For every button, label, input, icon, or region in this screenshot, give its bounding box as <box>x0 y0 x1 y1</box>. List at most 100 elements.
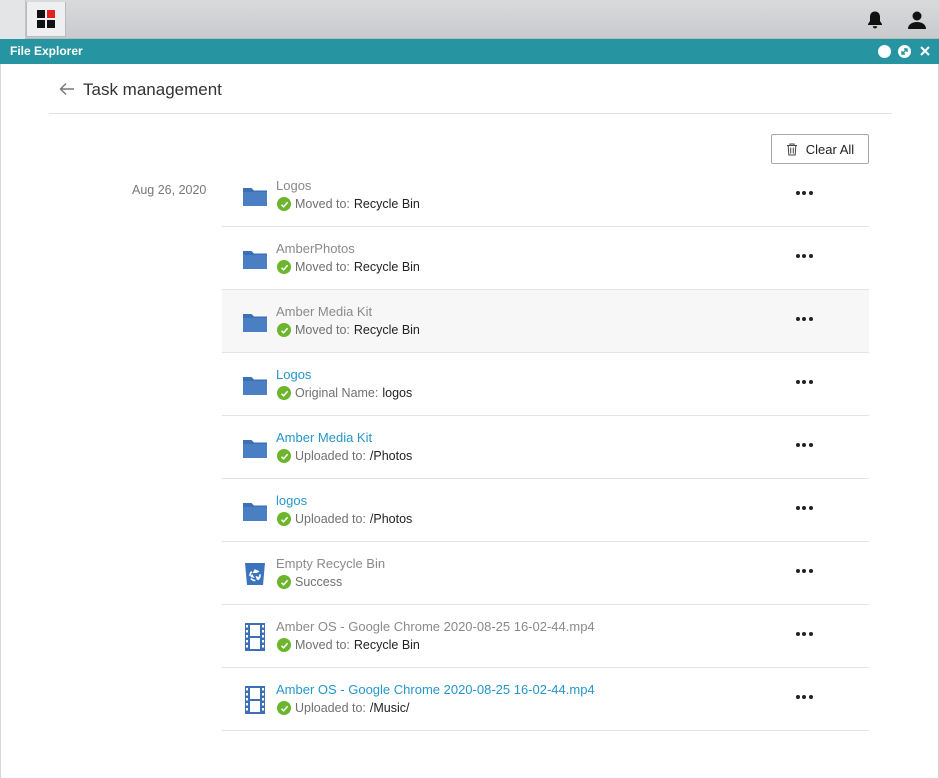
page-title: Task management <box>83 80 222 99</box>
maximize-icon <box>901 48 908 55</box>
top-bar-left-strip <box>0 0 26 39</box>
task-row[interactable]: Logos Moved to: Recycle Bin <box>222 164 869 227</box>
task-row[interactable]: logos Uploaded to:/Photos <box>222 479 869 542</box>
task-status-value: logos <box>382 386 413 400</box>
task-status: Moved to: Recycle Bin <box>277 260 420 274</box>
more-options-button[interactable] <box>792 627 816 641</box>
ellipsis-dot <box>802 380 806 384</box>
task-status-label: Success <box>295 575 343 589</box>
task-row[interactable]: AmberPhotos Moved to: Recycle Bin <box>222 227 869 290</box>
task-status-value: /Photos <box>369 449 413 463</box>
ellipsis-dot <box>808 380 813 384</box>
task-status-label: Moved to: <box>295 260 350 274</box>
ellipsis-dot <box>802 569 806 573</box>
check-circle-icon <box>277 260 291 274</box>
ellipsis-dot <box>795 695 800 699</box>
task-item-name[interactable]: Amber OS - Google Chrome 2020-08-25 16-0… <box>276 682 595 697</box>
trash-icon <box>786 143 797 155</box>
task-status-value: Recycle Bin <box>353 323 420 337</box>
date-group-label: Aug 26, 2020 <box>132 183 207 197</box>
task-status: Success <box>277 575 346 589</box>
task-item-name[interactable]: logos <box>276 493 307 508</box>
page-header: Task management <box>49 64 892 114</box>
more-options-button[interactable] <box>792 249 816 263</box>
check-circle-icon <box>277 449 291 463</box>
ellipsis-dot <box>795 569 800 573</box>
task-row[interactable]: Amber OS - Google Chrome 2020-08-25 16-0… <box>222 605 869 668</box>
task-row[interactable]: Empty Recycle Bin Success <box>222 542 869 605</box>
back-button[interactable] <box>58 80 76 98</box>
close-button[interactable] <box>918 43 932 59</box>
minimize-button[interactable] <box>878 45 891 58</box>
task-status-label: Uploaded to: <box>295 449 366 463</box>
check-circle-icon <box>277 512 291 526</box>
ellipsis-dot <box>795 254 800 258</box>
video-file-icon <box>241 623 269 651</box>
ellipsis-dot <box>802 254 806 258</box>
task-status-label: Moved to: <box>295 323 350 337</box>
task-status-value: Recycle Bin <box>353 638 420 652</box>
task-status-value: /Music/ <box>369 701 410 715</box>
ellipsis-dot <box>795 191 800 195</box>
task-status-label: Uploaded to: <box>295 701 366 715</box>
task-status-value: Recycle Bin <box>353 197 420 211</box>
ellipsis-dot <box>808 443 813 447</box>
task-row[interactable]: Amber OS - Google Chrome 2020-08-25 16-0… <box>222 668 869 731</box>
notifications-button[interactable] <box>863 8 887 32</box>
check-circle-icon <box>277 638 291 652</box>
ellipsis-dot <box>802 632 806 636</box>
ellipsis-dot <box>802 317 806 321</box>
task-status: Moved to: Recycle Bin <box>277 323 420 337</box>
task-status-value: Recycle Bin <box>353 260 420 274</box>
check-circle-icon <box>277 197 291 211</box>
more-options-button[interactable] <box>792 312 816 326</box>
folder-icon <box>241 497 269 525</box>
folder-icon <box>241 371 269 399</box>
ellipsis-dot <box>808 569 813 573</box>
task-item-name: Logos <box>276 178 312 193</box>
clear-all-button[interactable]: Clear All <box>771 134 869 164</box>
task-status: Moved to: Recycle Bin <box>277 638 420 652</box>
arrow-left-icon <box>59 83 74 95</box>
window-title-bar: File Explorer <box>0 39 939 64</box>
ellipsis-dot <box>808 632 813 636</box>
more-options-button[interactable] <box>792 186 816 200</box>
ellipsis-dot <box>795 443 800 447</box>
more-options-button[interactable] <box>792 690 816 704</box>
ellipsis-dot <box>802 506 806 510</box>
user-icon <box>908 11 926 29</box>
more-options-button[interactable] <box>792 501 816 515</box>
recycle-bin-icon <box>241 560 269 588</box>
task-status: Uploaded to:/Photos <box>277 449 412 463</box>
bell-icon <box>868 11 882 29</box>
more-options-button[interactable] <box>792 375 816 389</box>
task-status: Moved to: Recycle Bin <box>277 197 420 211</box>
folder-icon <box>241 308 269 336</box>
task-row[interactable]: Logos Original Name: logos <box>222 353 869 416</box>
ellipsis-dot <box>808 317 813 321</box>
ellipsis-dot <box>802 695 806 699</box>
more-options-button[interactable] <box>792 564 816 578</box>
ellipsis-dot <box>795 632 800 636</box>
check-circle-icon <box>277 386 291 400</box>
more-options-button[interactable] <box>792 438 816 452</box>
check-circle-icon <box>277 323 291 337</box>
task-status: Uploaded to:/Photos <box>277 512 412 526</box>
ellipsis-dot <box>808 254 813 258</box>
check-circle-icon <box>277 575 291 589</box>
window-title: File Explorer <box>10 44 83 58</box>
task-row[interactable]: Amber Media Kit Uploaded to:/Photos <box>222 416 869 479</box>
maximize-button[interactable] <box>898 45 911 58</box>
ellipsis-dot <box>795 506 800 510</box>
ellipsis-dot <box>802 443 806 447</box>
task-item-name: Empty Recycle Bin <box>276 556 386 571</box>
task-item-name: Amber OS - Google Chrome 2020-08-25 16-0… <box>276 619 595 634</box>
task-item-name[interactable]: Logos <box>276 367 311 382</box>
task-item-name[interactable]: Amber Media Kit <box>276 430 372 445</box>
app-launcher-button[interactable] <box>26 2 66 37</box>
task-status: Uploaded to:/Music/ <box>277 701 409 715</box>
task-row[interactable]: Amber Media Kit Moved to: Recycle Bin <box>222 290 869 353</box>
user-account-button[interactable] <box>905 8 929 32</box>
system-top-bar <box>0 0 939 39</box>
folder-icon <box>241 182 269 210</box>
